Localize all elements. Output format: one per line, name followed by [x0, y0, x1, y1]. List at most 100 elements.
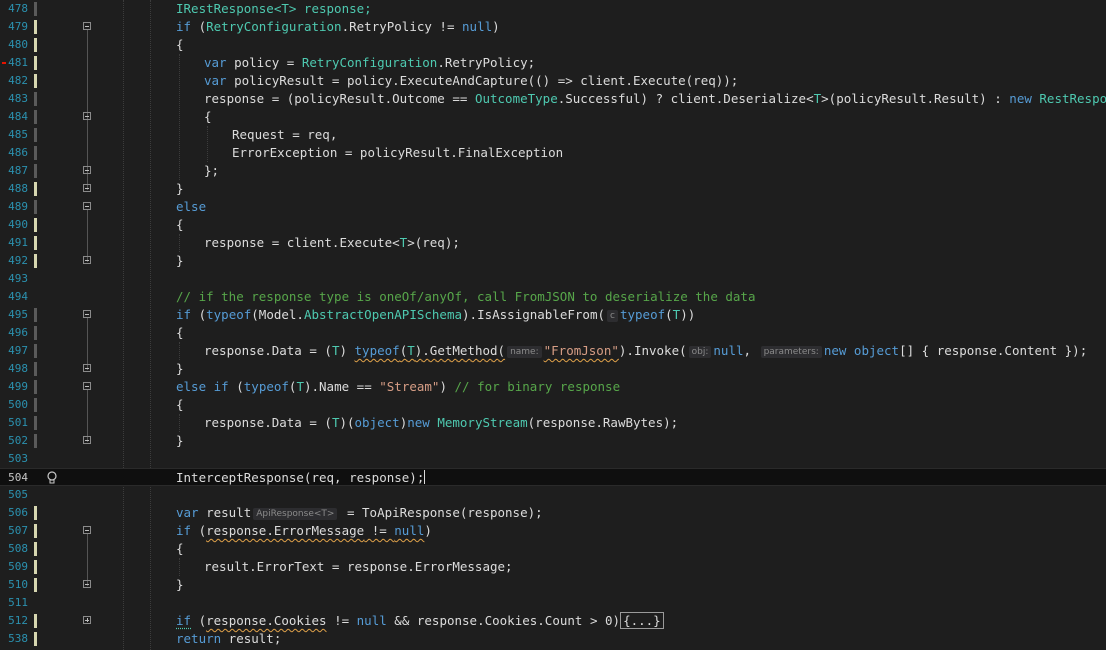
code-line[interactable]: 484 {: [0, 108, 1106, 126]
line-number: 507: [8, 524, 28, 537]
code-text[interactable]: ErrorException = policyResult.FinalExcep…: [232, 144, 563, 162]
fold-toggle-icon[interactable]: [83, 382, 91, 390]
code-line[interactable]: 505: [0, 486, 1106, 504]
code-line[interactable]: 482 var policyResult = policy.ExecuteAnd…: [0, 72, 1106, 90]
code-text[interactable]: result.ErrorText = response.ErrorMessage…: [204, 558, 513, 576]
code-token: {: [176, 325, 184, 340]
code-line[interactable]: 480 {: [0, 36, 1106, 54]
code-line[interactable]: 497 response.Data = (T) typeof(T).GetMet…: [0, 342, 1106, 360]
code-line[interactable]: 494 // if the response type is oneOf/any…: [0, 288, 1106, 306]
code-text[interactable]: if (response.Cookies != null && response…: [176, 612, 664, 630]
code-text[interactable]: IRestResponse<T> response;: [176, 0, 372, 18]
code-text[interactable]: {: [176, 216, 184, 234]
code-line[interactable]: 478 IRestResponse<T> response;: [0, 0, 1106, 18]
fold-toggle-icon[interactable]: [83, 580, 91, 588]
code-line[interactable]: 500 {: [0, 396, 1106, 414]
fold-toggle-icon[interactable]: [83, 526, 91, 534]
fold-toggle-icon[interactable]: [83, 310, 91, 318]
current-code-line[interactable]: 504 InterceptResponse(req, response);: [0, 468, 1106, 486]
lightbulb-icon[interactable]: [46, 471, 58, 485]
code-text[interactable]: }: [176, 252, 184, 270]
code-text[interactable]: }: [176, 432, 184, 450]
fold-toggle-icon[interactable]: [83, 184, 91, 192]
fold-toggle-icon[interactable]: [83, 364, 91, 372]
code-line[interactable]: 503: [0, 450, 1106, 468]
code-token: Request = req,: [232, 127, 338, 142]
code-text[interactable]: }: [176, 180, 184, 198]
code-text[interactable]: else: [176, 198, 206, 216]
code-text[interactable]: InterceptResponse(req, response);: [176, 469, 426, 487]
code-text[interactable]: if (response.ErrorMessage != null): [176, 522, 432, 540]
change-marker: [34, 524, 37, 538]
code-text[interactable]: if (typeof(Model.AbstractOpenAPISchema).…: [176, 306, 695, 324]
code-line[interactable]: 486 ErrorException = policyResult.FinalE…: [0, 144, 1106, 162]
line-number: 498: [8, 362, 28, 375]
code-text[interactable]: {: [176, 540, 184, 558]
line-number: 490: [8, 218, 28, 231]
code-line[interactable]: 490 {: [0, 216, 1106, 234]
code-text[interactable]: Request = req,: [232, 126, 337, 144]
code-text[interactable]: var policyResult = policy.ExecuteAndCapt…: [204, 72, 738, 90]
code-text[interactable]: {: [176, 396, 184, 414]
code-text[interactable]: }: [176, 576, 184, 594]
code-line[interactable]: 511: [0, 594, 1106, 612]
code-line[interactable]: 499 else if (typeof(T).Name == "Stream")…: [0, 378, 1106, 396]
code-line[interactable]: 510 }: [0, 576, 1106, 594]
code-text[interactable]: {: [176, 324, 184, 342]
code-text[interactable]: response = (policyResult.Outcome == Outc…: [204, 90, 1106, 108]
fold-toggle-icon[interactable]: [83, 112, 91, 120]
fold-toggle-icon[interactable]: [83, 22, 91, 30]
code-line[interactable]: 481 var policy = RetryConfiguration.Retr…: [0, 54, 1106, 72]
code-text[interactable]: // if the response type is oneOf/anyOf, …: [176, 288, 755, 306]
code-line[interactable]: 488 }: [0, 180, 1106, 198]
code-text[interactable]: response.Data = (T)(object)new MemoryStr…: [204, 414, 678, 432]
code-token: response.Data = (: [204, 343, 332, 358]
code-editor[interactable]: 478 IRestResponse<T> response; 479 if (R…: [0, 0, 1106, 650]
code-line[interactable]: 485 Request = req,: [0, 126, 1106, 144]
code-token: response = (policyResult.Outcome ==: [204, 91, 475, 106]
code-line[interactable]: 507 if (response.ErrorMessage != null): [0, 522, 1106, 540]
code-text[interactable]: if (RetryConfiguration.RetryPolicy != nu…: [176, 18, 500, 36]
code-line[interactable]: 487 };: [0, 162, 1106, 180]
code-token: new: [407, 415, 430, 430]
code-token: object: [354, 415, 400, 430]
code-text[interactable]: {: [176, 36, 184, 54]
expand-fold-icon[interactable]: [83, 616, 91, 624]
code-line[interactable]: 538 return result;: [0, 630, 1106, 648]
code-line[interactable]: 479 if (RetryConfiguration.RetryPolicy !…: [0, 18, 1106, 36]
inlay-hint: c: [607, 310, 618, 322]
code-line[interactable]: 489 else: [0, 198, 1106, 216]
fold-toggle-icon[interactable]: [83, 436, 91, 444]
line-number: 480: [8, 38, 28, 51]
code-line[interactable]: 496 {: [0, 324, 1106, 342]
code-text[interactable]: }: [176, 360, 184, 378]
code-line[interactable]: 492 }: [0, 252, 1106, 270]
code-text[interactable]: response = client.Execute<T>(req);: [204, 234, 460, 252]
collapsed-region-button[interactable]: {...}: [620, 612, 664, 629]
code-token: typeof: [243, 379, 289, 394]
code-line[interactable]: 498 }: [0, 360, 1106, 378]
code-line[interactable]: 483 response = (policyResult.Outcome == …: [0, 90, 1106, 108]
fold-toggle-icon[interactable]: [83, 256, 91, 264]
code-line[interactable]: 493: [0, 270, 1106, 288]
code-text[interactable]: var policy = RetryConfiguration.RetryPol…: [204, 54, 535, 72]
code-text[interactable]: };: [204, 162, 219, 180]
code-line[interactable]: 512 if (response.Cookies != null && resp…: [0, 612, 1106, 630]
code-line[interactable]: 506 var result ApiResponse<T> = ToApiResp…: [0, 504, 1106, 522]
code-text[interactable]: return result;: [176, 630, 281, 648]
code-line[interactable]: 502 }: [0, 432, 1106, 450]
line-number: 511: [8, 596, 28, 609]
line-number: 493: [8, 272, 28, 285]
code-text[interactable]: else if (typeof(T).Name == "Stream") // …: [176, 378, 620, 396]
code-line[interactable]: 495 if (typeof(Model.AbstractOpenAPISche…: [0, 306, 1106, 324]
line-number: 505: [8, 488, 28, 501]
code-line[interactable]: 509 result.ErrorText = response.ErrorMes…: [0, 558, 1106, 576]
code-line[interactable]: 501 response.Data = (T)(object)new Memor…: [0, 414, 1106, 432]
code-line[interactable]: 508 {: [0, 540, 1106, 558]
code-text[interactable]: {: [204, 108, 212, 126]
code-line[interactable]: 491 response = client.Execute<T>(req);: [0, 234, 1106, 252]
fold-toggle-icon[interactable]: [83, 202, 91, 210]
fold-toggle-icon[interactable]: [83, 166, 91, 174]
code-text[interactable]: response.Data = (T) typeof(T).GetMethod(…: [204, 342, 1087, 360]
code-text[interactable]: var result ApiResponse<T> = ToApiResponse…: [176, 504, 543, 522]
